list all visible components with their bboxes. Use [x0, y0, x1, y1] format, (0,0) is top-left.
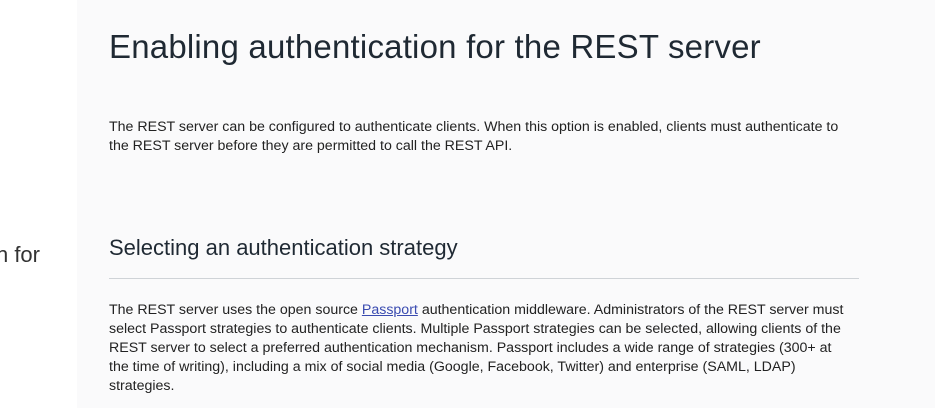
sidebar-nav-item-fragment[interactable]: n for — [0, 242, 40, 268]
section-divider — [109, 278, 859, 279]
page-title: Enabling authentication for the REST ser… — [109, 28, 761, 65]
sidebar: n for — [0, 0, 77, 408]
passport-link[interactable]: Passport — [362, 302, 418, 318]
section-paragraph: The REST server uses the open source Pas… — [109, 301, 849, 396]
intro-paragraph: The REST server can be configured to aut… — [109, 119, 839, 154]
section-heading: Selecting an authentication strategy — [109, 235, 458, 260]
page: n for Enabling authentication for the RE… — [0, 0, 935, 408]
section-text-before-link: The REST server uses the open source — [109, 302, 362, 318]
main-content: Enabling authentication for the REST ser… — [77, 0, 935, 408]
